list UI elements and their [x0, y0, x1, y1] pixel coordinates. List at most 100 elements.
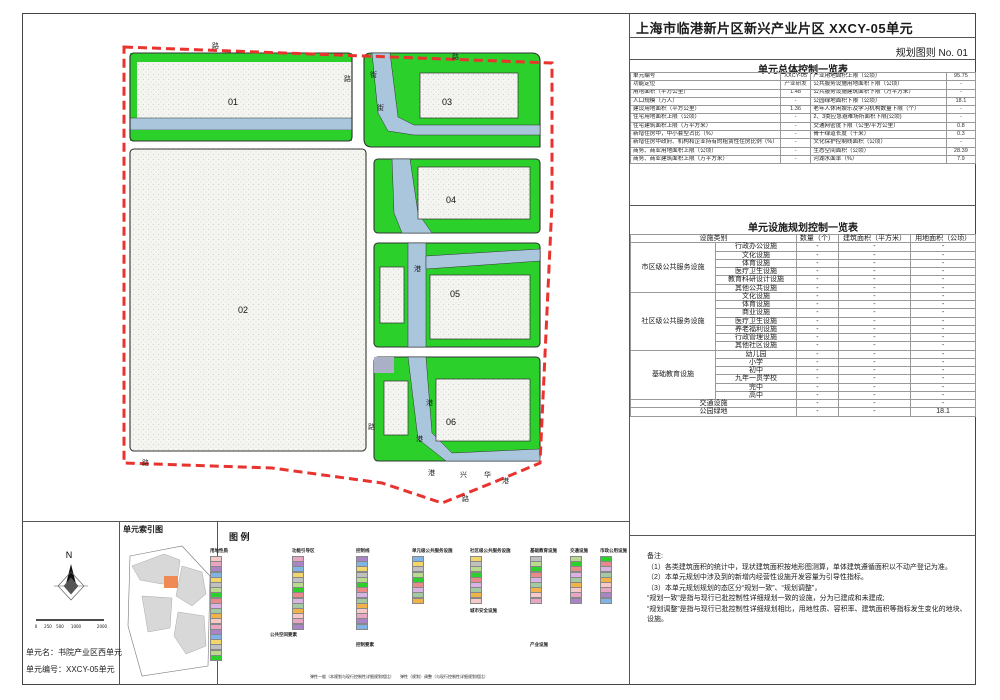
legend-subheader: 公共空间要素 [270, 632, 297, 637]
unit-code: 单元编号：XXCY-05单元 [26, 665, 115, 674]
facility-row: 市区级公共服务设施 行政办公设施 - - - [630, 242, 976, 293]
summary-value: - [779, 96, 812, 107]
summary-label: 新增住房中，中小套型占比（%） [630, 130, 781, 140]
facility-row: 交通设施 - - - [630, 398, 976, 409]
summary-row: 商务、商业建筑面积上限（万平方米） - 河湖水面率（%） 7.9 [630, 154, 977, 165]
note-line: （1）各类建筑面积的统计中，现状建筑面积按地形图测算，单体建筑遵循面积以不动产登… [647, 563, 952, 571]
facility-value: - [796, 275, 839, 285]
svg-text:0: 0 [35, 624, 38, 629]
facility-value: - [796, 242, 839, 252]
facility-value: - [837, 258, 912, 269]
facility-value: - [910, 266, 976, 277]
plot-04[interactable] [373, 158, 541, 234]
road-label: 路 [212, 41, 219, 50]
note-line: “规划调整”是指与现行已批控制性详细规划相比，用地性质、容积率、建筑面积等指标发… [647, 605, 967, 624]
summary-label: 人口规模（万人） [630, 96, 781, 107]
bottom-strip: N 0 250 500 1000 2000 单元名：书院产业区西单元 单元编号：… [22, 521, 629, 685]
plot-label-01: 01 [228, 97, 238, 107]
summary-label: 单元编号 [630, 71, 781, 82]
facility-value: - [910, 398, 976, 409]
legend-swatch [292, 623, 305, 630]
summary-row: 用地面积（平方公里） 1.48 公共服务设施建筑面积下限（万平方米） - [630, 88, 977, 98]
facility-value: - [910, 332, 976, 343]
index-map-title: 单元索引图 [123, 525, 163, 534]
summary-label: 公园绿地面积下限（公顷） [810, 96, 947, 107]
facility-item: 交通设施 [630, 398, 797, 409]
facility-value: 18.1 [910, 407, 976, 417]
legend-header: 基础教育设施 [530, 548, 557, 553]
plot-01[interactable] [129, 52, 353, 142]
facility-value: - [910, 374, 976, 384]
legend-subheader: 控制要素 [356, 642, 374, 647]
summary-row: 新增住房中，中小套型占比（%） - 骨干绿道长度（千米） 0.3 [630, 130, 977, 140]
facility-value: - [910, 341, 976, 351]
facility-value: - [796, 349, 839, 359]
summary-value: - [779, 138, 812, 148]
facility-item: 公园绿地 [630, 407, 797, 417]
summary-label: 骨干绿道长度（千米） [810, 130, 947, 140]
index-map[interactable] [122, 536, 216, 684]
facility-value: - [796, 382, 839, 392]
facility-value: - [910, 316, 976, 326]
facility-value: - [837, 308, 912, 318]
facility-value: - [910, 382, 976, 392]
summary-label: 河湖水面率（%） [810, 154, 947, 165]
facility-value: - [796, 374, 839, 384]
legend-subheader: 城市安全设施 [470, 608, 497, 613]
north-arrow: N 0 250 500 1000 2000 [35, 550, 108, 629]
summary-value: - [779, 121, 812, 132]
facility-item: 体育设施 [715, 299, 797, 310]
facility-value: - [796, 250, 839, 260]
plot-label-03: 03 [442, 97, 452, 107]
facility-value: - [837, 357, 912, 368]
facility-item: 教育科研设计设施 [715, 275, 797, 285]
summary-label: 生态空间面积（公顷） [810, 146, 947, 156]
facility-value: - [796, 332, 839, 343]
facility-value: - [837, 374, 912, 384]
facility-value: - [837, 324, 912, 335]
facility-group: 基础教育设施 [630, 349, 716, 400]
summary-row: 住宅用地面积上限（公顷） -2、3类应急避难场所面积下限(公顷) - [630, 113, 977, 123]
facility-item: 其他社区设施 [715, 341, 797, 351]
road-label: 港 [428, 468, 435, 477]
legend-header: 单元级公共服务设施 [412, 548, 453, 553]
facility-value: - [796, 266, 839, 277]
facility-value: - [910, 250, 976, 260]
facility-header: 数量（个） [796, 233, 839, 244]
plot-label-02: 02 [238, 305, 248, 315]
facility-value: - [910, 365, 976, 376]
facility-item: 文化设施 [715, 250, 797, 260]
summary-row: 功能定位 产业研发 公共服务设施用地面积下限（公顷） - [630, 80, 977, 90]
facility-item: 养老福利设施 [715, 324, 797, 335]
facility-value: - [910, 324, 976, 335]
summary-label: 公共服务设施建筑面积下限（万平方米） [810, 88, 947, 98]
facility-value: - [796, 398, 839, 409]
legend-header: 交通设施 [570, 548, 588, 553]
facility-item: 体育设施 [715, 258, 797, 269]
summary-table: 单元编号 XXCY-05 产业用地面积上限（公顷） 95.75 功能定位 产业研发 公共服务… [630, 71, 977, 165]
plot-label-05: 05 [450, 289, 460, 299]
summary-label: 公共服务设施用地面积下限（公顷） [810, 80, 947, 90]
summary-row: 新增住房中政府、机构和企业持有的租赁性住房比例（%） - 文化保护控制线面积（公顷）… [630, 138, 977, 148]
plot-06[interactable] [373, 356, 541, 462]
facility-value: - [796, 291, 839, 302]
facility-value: - [837, 341, 912, 351]
facility-value: - [910, 283, 976, 293]
summary-label: 住宅建筑面积上限（万平方米） [630, 121, 781, 132]
legend-header: 用地性质 [210, 548, 228, 553]
facility-value: - [910, 299, 976, 310]
facility-item: 九年一贯学校 [715, 374, 797, 384]
facility-value: - [796, 365, 839, 376]
summary-value: 0.3 [945, 130, 977, 140]
summary-value: 1.48 [779, 88, 812, 98]
summary-label: 商务、商业建筑面积上限（万平方米） [630, 154, 781, 165]
plot-02[interactable] [129, 148, 367, 452]
facility-value: - [837, 316, 912, 326]
plan-map[interactable]: 01 02 03 04 05 06 路 路 街 街 路 港 港 路 港 港 兴 … [22, 13, 629, 521]
facility-header: 设施类别 [630, 233, 797, 244]
summary-row: 建设用地面积（平方公里） 1.36 老年人休闲娱乐及学习机构数量下限（个） - [630, 105, 977, 115]
facility-value: - [910, 242, 976, 252]
summary-value: 7.9 [945, 154, 977, 165]
svg-text:1000: 1000 [71, 624, 82, 629]
facility-value: - [837, 349, 912, 359]
